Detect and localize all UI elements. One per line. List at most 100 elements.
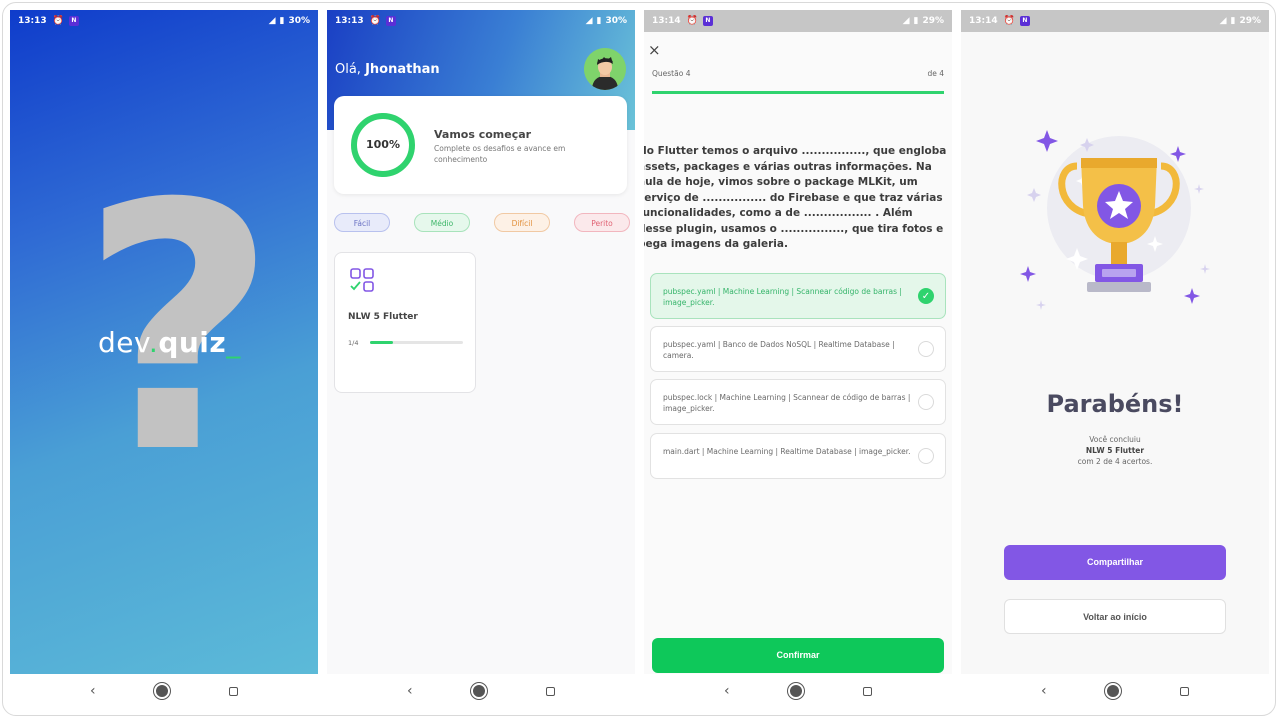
progress-percent: 100% [366, 138, 400, 151]
radio-button[interactable] [918, 341, 934, 357]
close-icon[interactable]: × [648, 41, 661, 59]
result-line-1: Você concluiu [1089, 435, 1141, 444]
level-chip-medio[interactable]: Médio [414, 213, 470, 232]
recents-icon[interactable] [545, 686, 555, 696]
recents-icon[interactable] [1179, 686, 1189, 696]
radio-button[interactable] [918, 448, 934, 464]
confirm-button[interactable]: Confirmar [652, 638, 944, 673]
answer-text: main.dart | Machine Learning | Realtime … [663, 447, 911, 456]
back-icon[interactable]: ‹ [407, 683, 413, 699]
home-icon[interactable] [1105, 683, 1122, 699]
answer-text: pubspec.lock | Machine Learning | Scanne… [663, 393, 911, 413]
question-progress-bar [652, 91, 944, 94]
quiz-progress-text: 1/4 [348, 339, 359, 347]
question-number: Questão 4 [652, 69, 691, 78]
battery-level: 29% [922, 16, 944, 26]
quiz-card[interactable]: NLW 5 Flutter 1/4 [334, 252, 476, 393]
home-screen: 13:13 ⏰ N ◢ ▮ 30% Olá, Jhonathan 100% Va… [327, 10, 635, 674]
alarm-icon: ⏰ [1003, 16, 1015, 26]
answer-option-2[interactable]: pubspec.yaml | Banco de Dados NoSQL | Re… [650, 326, 946, 372]
home-icon[interactable] [471, 683, 488, 699]
phone-splash: 13:13 ⏰ N ◢ ▮ 30% ? dev.quiz_ ‹ [10, 10, 318, 708]
signal-icon: ◢ [585, 16, 593, 26]
result-quiz-name: NLW 5 Flutter [1085, 446, 1145, 455]
progress-card: 100% Vamos começar Complete os desafios … [334, 96, 627, 194]
logo-quiz: quiz [158, 326, 227, 359]
app-badge-icon: N [1019, 16, 1030, 26]
greeting: Olá, Jhonathan [335, 62, 440, 77]
answer-text: pubspec.yaml | Banco de Dados NoSQL | Re… [663, 340, 895, 360]
logo-cursor: _ [226, 326, 241, 359]
battery-icon: ▮ [596, 16, 602, 26]
battery-level: 29% [1239, 16, 1261, 26]
greeting-text: Olá, [335, 62, 366, 77]
signal-icon: ◢ [1219, 16, 1227, 26]
level-chip-perito[interactable]: Perito [574, 213, 630, 232]
signal-icon: ◢ [268, 16, 276, 26]
android-nav-bar: ‹ [327, 674, 635, 708]
android-nav-bar: ‹ [961, 674, 1269, 708]
status-time: 13:14 [652, 16, 681, 26]
app-logo: dev.quiz_ [98, 326, 241, 359]
quiz-progress-bar [370, 341, 463, 344]
status-time: 13:14 [969, 16, 998, 26]
result-summary: Você concluiu NLW 5 Flutter com 2 de 4 a… [961, 434, 1269, 467]
check-icon[interactable]: ✓ [918, 288, 934, 304]
back-icon[interactable]: ‹ [90, 683, 96, 699]
card-subtitle: Complete os desafios e avance em conheci… [434, 144, 566, 164]
recents-icon[interactable] [862, 686, 872, 696]
phone-home: 13:13 ⏰ N ◢ ▮ 30% Olá, Jhonathan 100% Va… [327, 10, 635, 708]
status-time: 13:13 [18, 16, 47, 26]
answer-option-4[interactable]: main.dart | Machine Learning | Realtime … [650, 433, 946, 479]
battery-icon: ▮ [913, 16, 919, 26]
status-right: ◢ ▮ 30% [586, 16, 627, 26]
quiz-progress-fill [370, 341, 394, 344]
status-right: ◢ ▮ 29% [1220, 16, 1261, 26]
android-nav-bar: ‹ [644, 674, 952, 708]
congrats-title: Parabéns! [1046, 390, 1184, 418]
home-icon[interactable] [154, 683, 171, 699]
logo-dev: dev [98, 326, 149, 359]
question-text: No Flutter temos o arquivo .............… [644, 145, 947, 250]
app-badge-icon: N [385, 16, 396, 26]
back-icon[interactable]: ‹ [724, 683, 730, 699]
result-screen: 13:14 ⏰ N ◢ ▮ 29% Parabéns! Você conclui… [961, 10, 1269, 674]
question-total: de 4 [927, 69, 944, 78]
splash-screen: 13:13 ⏰ N ◢ ▮ 30% ? dev.quiz_ [10, 10, 318, 674]
alarm-icon: ⏰ [52, 16, 64, 26]
home-icon[interactable] [788, 683, 805, 699]
battery-icon: ▮ [279, 16, 285, 26]
level-filter: Fácil Médio Difícil Perito [334, 213, 630, 232]
status-right: ◢ ▮ 29% [903, 16, 944, 26]
signal-icon: ◢ [902, 16, 910, 26]
logo-dot: . [148, 326, 159, 359]
back-to-start-button[interactable]: Voltar ao início [1004, 599, 1226, 634]
battery-icon: ▮ [1230, 16, 1236, 26]
alarm-icon: ⏰ [686, 16, 698, 26]
user-name: Jhonathan [365, 62, 440, 77]
share-button[interactable]: Compartilhar [1004, 545, 1226, 580]
card-title: Vamos começar [434, 128, 532, 141]
battery-level: 30% [288, 16, 310, 26]
answer-text: pubspec.yaml | Machine Learning | Scanne… [663, 287, 902, 307]
back-icon[interactable]: ‹ [1041, 683, 1047, 699]
app-badge-icon: N [68, 16, 79, 26]
status-bar: 13:14 ⏰ N ◢ ▮ 29% [644, 10, 952, 32]
status-bar: 13:13 ⏰ N ◢ ▮ 30% [327, 10, 635, 32]
trophy-icon [1020, 130, 1210, 310]
battery-level: 30% [605, 16, 627, 26]
app-badge-icon: N [702, 16, 713, 26]
radio-button[interactable] [918, 394, 934, 410]
avatar[interactable] [584, 48, 626, 90]
question-progress-fill [652, 91, 944, 94]
recents-icon[interactable] [228, 686, 238, 696]
level-chip-facil[interactable]: Fácil [334, 213, 390, 232]
result-line-3: com 2 de 4 acertos. [1077, 457, 1153, 466]
level-chip-dificil[interactable]: Difícil [494, 213, 550, 232]
answer-option-3[interactable]: pubspec.lock | Machine Learning | Scanne… [650, 379, 946, 425]
answer-option-1[interactable]: pubspec.yaml | Machine Learning | Scanne… [650, 273, 946, 319]
alarm-icon: ⏰ [369, 16, 381, 26]
quiz-title: NLW 5 Flutter [348, 312, 418, 322]
android-nav-bar: ‹ [10, 674, 318, 708]
status-right: ◢ ▮ 30% [269, 16, 310, 26]
